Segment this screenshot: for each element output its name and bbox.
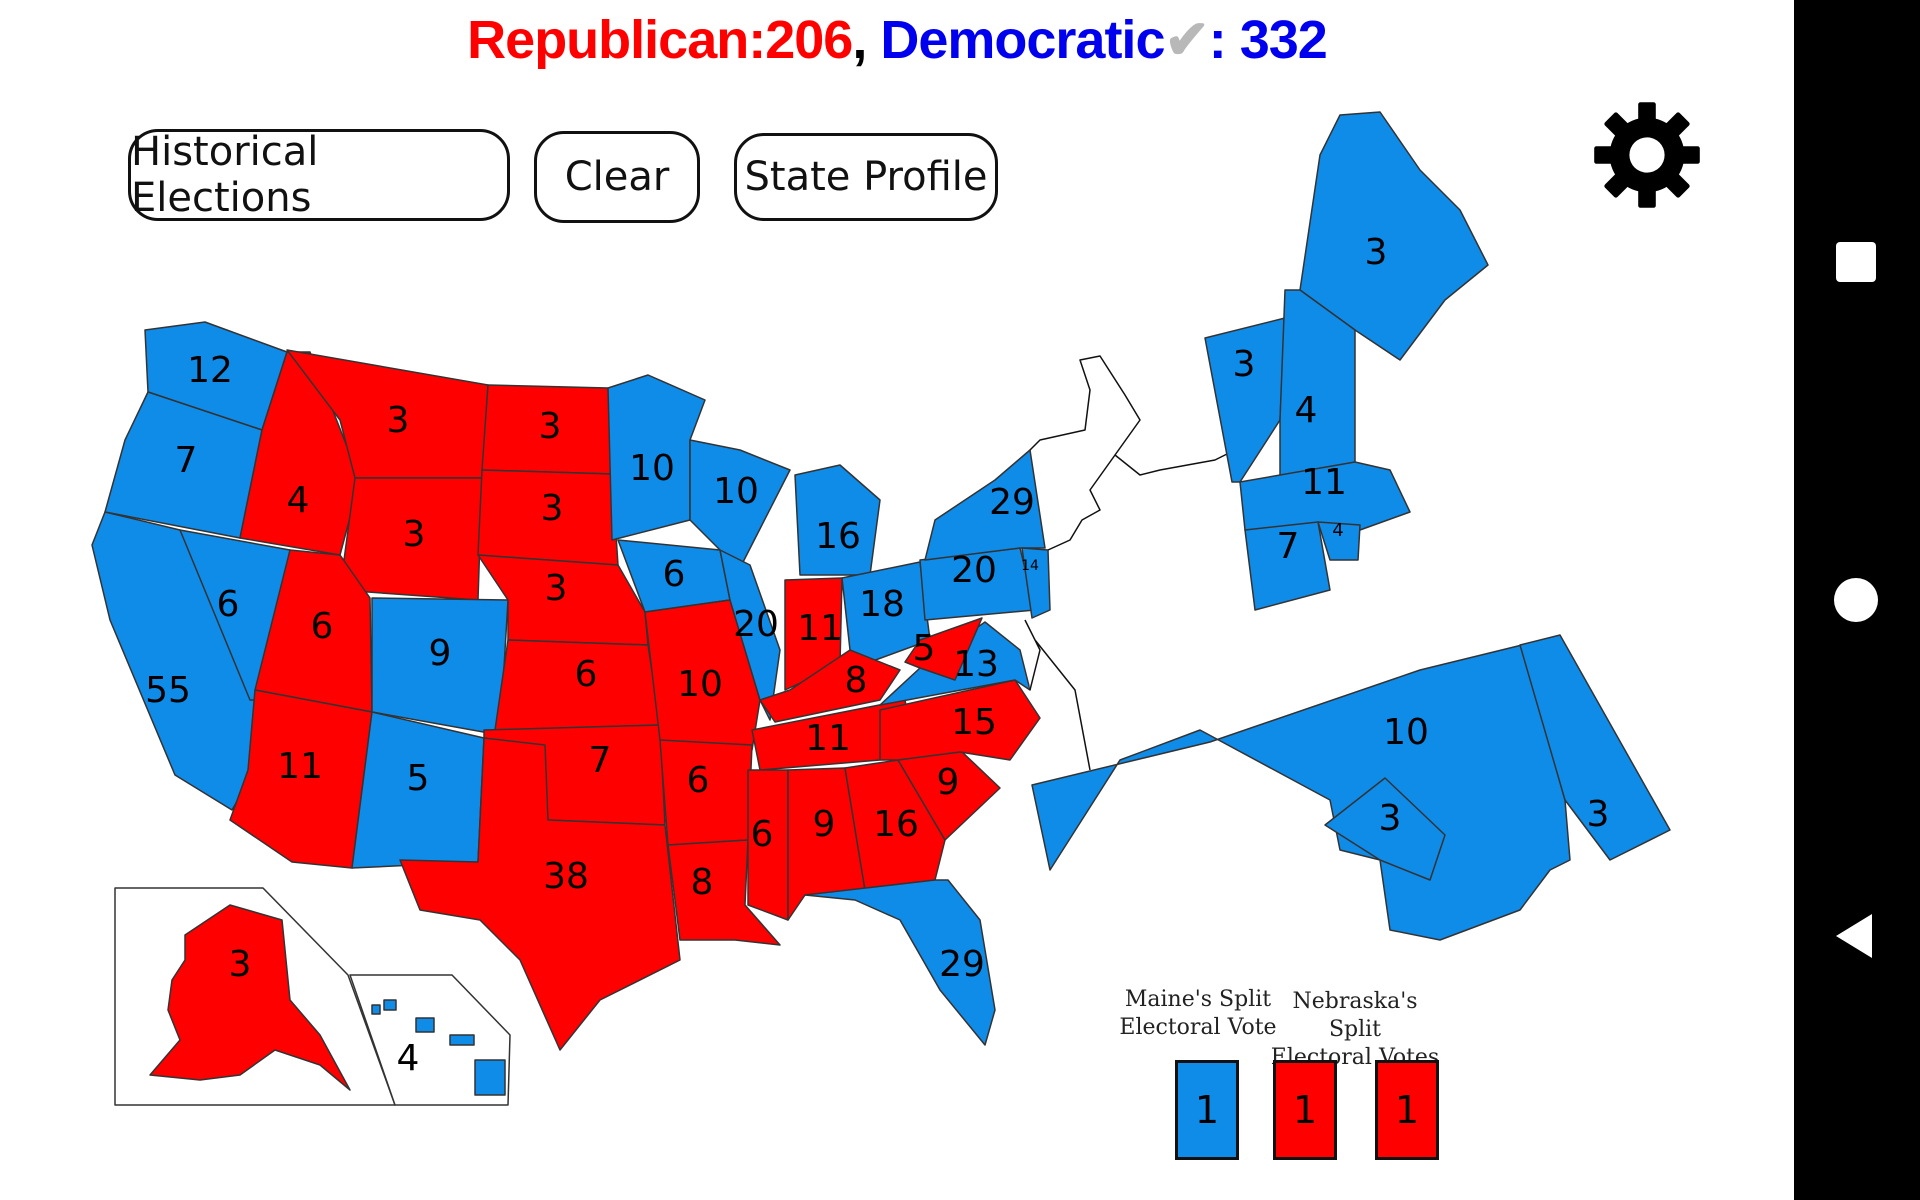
northeast-outline (1024, 355, 1236, 771)
state-label-DE: 3 (1587, 794, 1610, 835)
nebraska-split-box-2[interactable]: 1 (1375, 1060, 1439, 1160)
state-label-MD: 10 (1383, 712, 1429, 753)
state-label-NE: 3 (545, 568, 568, 609)
system-navigation-bar (1794, 0, 1920, 1200)
state-label-FL: 29 (939, 944, 985, 985)
state-label-IN: 11 (797, 608, 843, 649)
maine-split-label-line2: Electoral Vote (1119, 1015, 1277, 1040)
state-label-MA: 11 (1301, 462, 1347, 503)
state-label-CA: 55 (145, 670, 191, 711)
state-label-OH: 18 (859, 584, 905, 625)
state-label-PA: 20 (951, 550, 997, 591)
recent-apps-icon[interactable] (1830, 236, 1882, 288)
state-label-HI: 4 (397, 1038, 420, 1079)
nebraska-split-label-line1: Nebraska's Split (1292, 989, 1418, 1042)
state-label-WI: 10 (713, 471, 759, 512)
state-label-RI: 4 (1332, 520, 1343, 541)
maine-split-box[interactable]: 1 (1175, 1060, 1239, 1160)
state-label-OR: 7 (175, 440, 198, 481)
state-label-MN: 10 (629, 448, 675, 489)
state-label-WV: 5 (913, 628, 936, 669)
state-label-ND: 3 (539, 406, 562, 447)
state-label-GA: 16 (873, 804, 919, 845)
state-label-SD: 3 (541, 488, 564, 529)
state-label-KS: 6 (575, 654, 598, 695)
state-label-NC: 15 (951, 702, 997, 743)
state-label-SC: 9 (937, 762, 960, 803)
state-label-ID: 4 (287, 480, 310, 521)
maine-split-label: Maine's Split Electoral Vote (1118, 986, 1278, 1042)
maine-split-label-line1: Maine's Split (1124, 987, 1272, 1012)
state-label-IL: 20 (733, 604, 779, 645)
state-label-UT: 6 (311, 606, 334, 647)
state-label-MS: 6 (751, 814, 774, 855)
state-label-DC: 3 (1379, 798, 1402, 839)
state-label-AR: 6 (687, 760, 710, 801)
electoral-map: 1275564336119533367381061068102016111881… (91, 111, 1671, 1106)
state-label-OK: 7 (589, 740, 612, 781)
state-label-AL: 9 (813, 804, 836, 845)
state-label-NJ: 14 (1021, 558, 1039, 574)
state-label-NY: 29 (989, 482, 1035, 523)
state-label-MT: 3 (387, 400, 410, 441)
state-label-NM: 5 (407, 758, 430, 799)
state-label-MO: 10 (677, 664, 723, 705)
state-label-NH: 4 (1295, 390, 1318, 431)
state-label-WY: 3 (403, 514, 426, 555)
state-label-TX: 38 (543, 856, 589, 897)
home-icon[interactable] (1830, 574, 1882, 626)
state-label-KY: 8 (845, 660, 868, 701)
state-label-AZ: 11 (277, 746, 323, 787)
state-label-TN: 11 (805, 718, 851, 759)
state-label-WA: 12 (187, 350, 233, 391)
state-label-CT: 7 (1277, 526, 1300, 567)
state-label-AK: 3 (229, 944, 252, 985)
state-label-ME: 3 (1365, 232, 1388, 273)
back-icon[interactable] (1830, 910, 1882, 962)
state-label-IA: 6 (663, 554, 686, 595)
state-label-VA: 13 (953, 644, 999, 685)
state-label-LA: 8 (691, 862, 714, 903)
state-label-CO: 9 (429, 633, 452, 674)
state-label-MI: 16 (815, 516, 861, 557)
state-label-NV: 6 (217, 584, 240, 625)
nebraska-split-box-1[interactable]: 1 (1273, 1060, 1337, 1160)
state-label-VT: 3 (1233, 344, 1256, 385)
state-MD[interactable] (1031, 644, 1571, 941)
